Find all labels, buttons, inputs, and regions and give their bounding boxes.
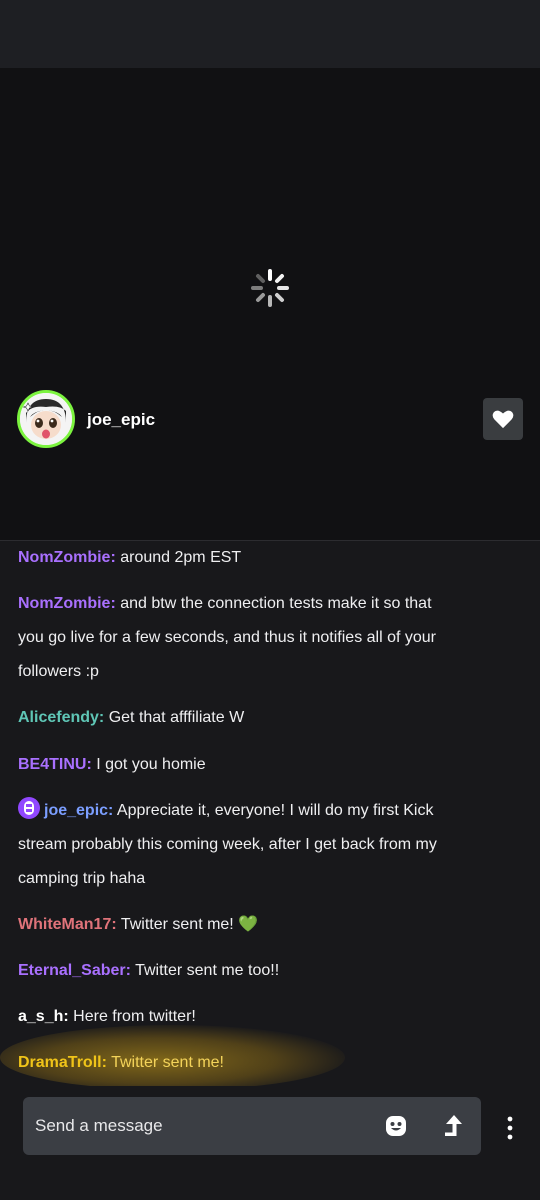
chat-username[interactable]: WhiteMan17:: [18, 916, 117, 933]
chat-text: around 2pm EST: [120, 549, 242, 566]
chat-username[interactable]: BE4TINU:: [18, 756, 92, 773]
chat-username[interactable]: Alicefendy:: [18, 709, 104, 726]
channel-avatar[interactable]: [17, 390, 75, 448]
channel-info-bar: joe_epic: [0, 376, 540, 541]
chat-text: camping trip haha: [18, 870, 146, 887]
chat-input-area: Send a message: [0, 1086, 540, 1166]
chat-text: Twitter sent me too!!: [135, 962, 280, 979]
avatar-image: [20, 393, 72, 445]
chat-message: NomZombie: around 2pm EST: [18, 541, 518, 575]
chat-text: Twitter sent me! 💚: [120, 916, 259, 933]
chat-text: and btw the connection tests make it so …: [120, 595, 432, 612]
chat-username[interactable]: DramaTroll:: [18, 1054, 107, 1071]
broadcaster-badge-icon[interactable]: [18, 797, 40, 819]
loading-spinner-icon: [251, 269, 289, 307]
chat-message: Eternal_Saber: Twitter sent me too!!: [18, 954, 518, 988]
chat-message: BE4TINU: I got you homie: [18, 748, 518, 782]
chat-message: NomZombie: and btw the connection tests …: [18, 587, 518, 689]
chat-text: Here from twitter!: [73, 1008, 196, 1025]
kebab-menu-icon[interactable]: [498, 1114, 522, 1142]
chat-message: Alicefendy: Get that afffiliate W: [18, 701, 518, 735]
smiley-icon[interactable]: [383, 1113, 409, 1139]
chat-input[interactable]: Send a message: [23, 1097, 481, 1155]
chat-text: stream probably this coming week, after …: [18, 836, 437, 853]
chat-message: DramaTroll: Twitter sent me!: [18, 1046, 518, 1080]
chat-username[interactable]: NomZombie:: [18, 595, 116, 612]
chat-username[interactable]: a_s_h:: [18, 1008, 69, 1025]
system-nav-bar: [0, 1166, 540, 1200]
chat-input-placeholder: Send a message: [35, 1116, 163, 1135]
video-player[interactable]: [0, 68, 540, 376]
status-bar: [0, 0, 540, 68]
chat-list[interactable]: NomZombie: around 2pm EST NomZombie: and…: [0, 541, 540, 1086]
channel-name[interactable]: joe_epic: [87, 410, 155, 430]
chat-text: I got you homie: [96, 756, 206, 773]
chat-message: a_s_h: Here from twitter!: [18, 1000, 518, 1034]
chat-text: Appreciate it, everyone! I will do my fi…: [116, 802, 434, 819]
chat-text: Twitter sent me!: [111, 1054, 224, 1071]
chat-message: WhiteMan17: Twitter sent me! 💚: [18, 908, 518, 942]
chat-username[interactable]: joe_epic:: [44, 802, 113, 819]
send-arrow-icon[interactable]: [440, 1112, 468, 1140]
chat-text: Get that afffiliate W: [108, 709, 245, 726]
chat-text: you go live for a few seconds, and thus …: [18, 629, 437, 646]
chat-text: followers :p: [18, 663, 99, 680]
follow-button[interactable]: [483, 398, 523, 440]
chat-message: joe_epic: Appreciate it, everyone! I wil…: [18, 794, 518, 896]
chat-username[interactable]: NomZombie:: [18, 549, 116, 566]
heart-icon: [492, 410, 514, 429]
chat-username[interactable]: Eternal_Saber:: [18, 962, 131, 979]
